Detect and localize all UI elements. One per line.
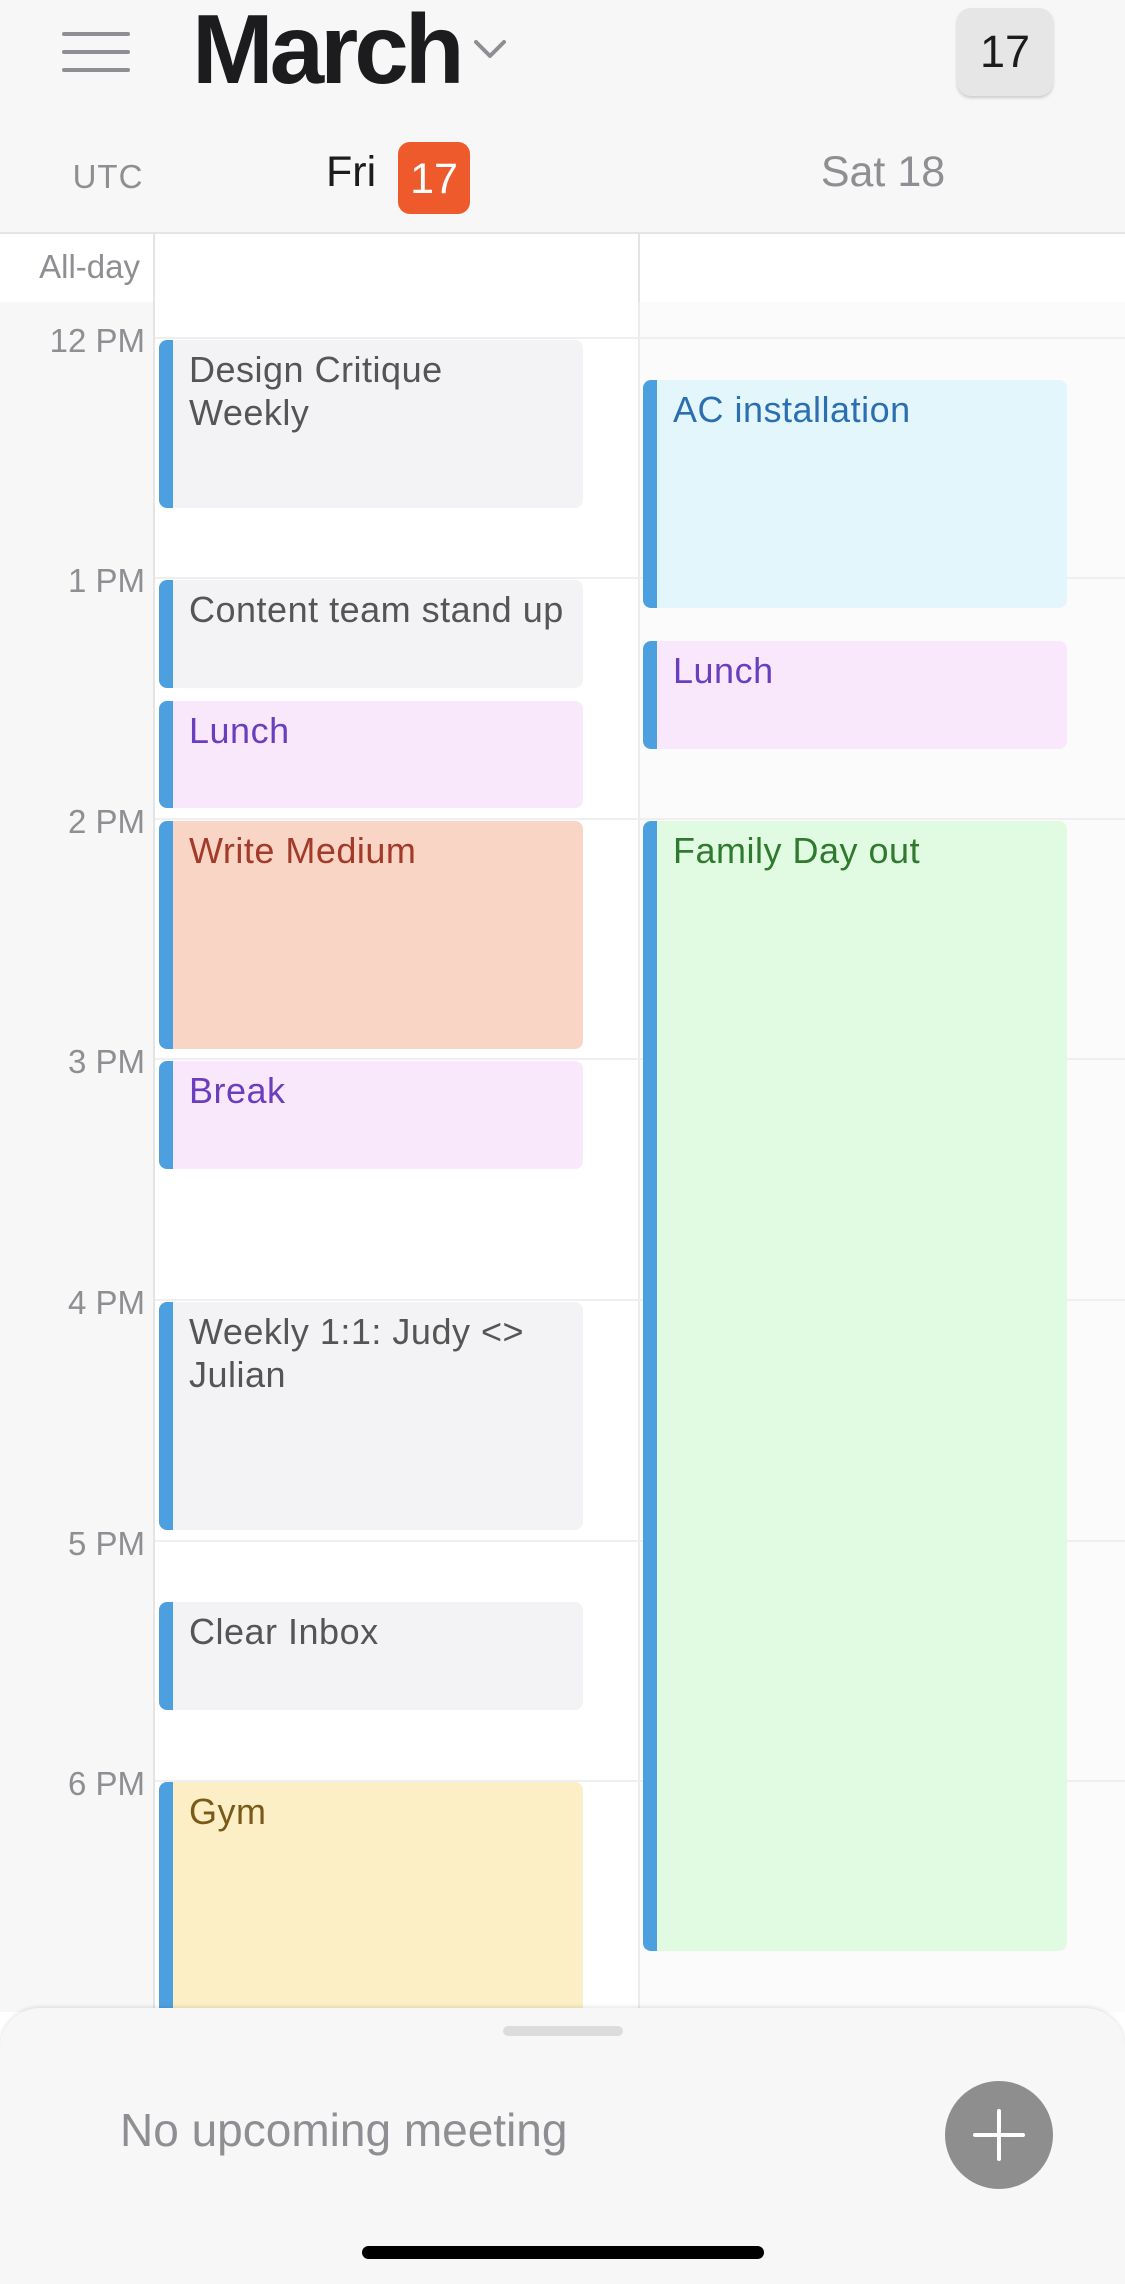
hour-line [155, 337, 1125, 339]
event-title: Gym [189, 1791, 267, 1832]
time-label: 5 PM [67, 1525, 145, 1562]
event-color-bar [643, 380, 657, 608]
event-color-bar [159, 580, 173, 688]
event-color-bar [159, 701, 173, 808]
event-family-day-out[interactable]: Family Day out [643, 821, 1067, 1951]
chevron-down-icon[interactable] [470, 34, 510, 64]
event-content-standup[interactable]: Content team stand up [159, 580, 583, 688]
event-title: Clear Inbox [189, 1611, 379, 1652]
home-indicator [362, 2246, 764, 2259]
plus-icon [973, 2109, 1025, 2161]
event-title: Design Critique Weekly [189, 349, 443, 433]
event-title: AC installation [673, 389, 911, 430]
upcoming-meeting-status: No upcoming meeting [120, 2104, 568, 2156]
today-date-badge[interactable]: 17 [398, 142, 470, 214]
event-break[interactable]: Break [159, 1061, 583, 1169]
event-color-bar [159, 1302, 173, 1530]
time-label: 3 PM [67, 1043, 145, 1080]
event-color-bar [643, 821, 657, 1951]
event-color-bar [159, 821, 173, 1049]
event-title: Weekly 1:1: Judy <> Julian [189, 1311, 525, 1395]
timezone-label: UTC [72, 158, 144, 195]
event-clear-inbox[interactable]: Clear Inbox [159, 1602, 583, 1710]
event-title: Write Medium [189, 830, 417, 871]
month-title[interactable]: March [192, 0, 465, 104]
divider [153, 302, 155, 2012]
day-header-fri-weekday[interactable]: Fri [326, 148, 376, 197]
event-write-medium[interactable]: Write Medium [159, 821, 583, 1049]
time-label: 6 PM [67, 1765, 145, 1802]
time-label: 12 PM [49, 322, 145, 359]
time-label: 4 PM [67, 1284, 145, 1321]
hour-line [155, 818, 1125, 820]
divider [153, 232, 155, 302]
event-gym[interactable]: Gym [159, 1782, 583, 2022]
divider [638, 302, 640, 2012]
event-lunch-fri[interactable]: Lunch [159, 701, 583, 808]
allday-row[interactable] [0, 232, 1125, 306]
event-weekly-1on1[interactable]: Weekly 1:1: Judy <> Julian [159, 1302, 583, 1530]
today-button[interactable]: 17 [957, 8, 1053, 96]
event-color-bar [643, 641, 657, 749]
hamburger-menu-icon[interactable] [62, 28, 130, 74]
event-color-bar [159, 1061, 173, 1169]
time-label: 2 PM [67, 803, 145, 840]
event-color-bar [159, 340, 173, 508]
event-color-bar [159, 1602, 173, 1710]
event-ac-installation[interactable]: AC installation [643, 380, 1067, 608]
time-gutter [0, 302, 153, 2012]
event-title: Lunch [189, 710, 290, 751]
event-title: Lunch [673, 650, 774, 691]
divider [638, 232, 640, 302]
day-header-sat[interactable]: Sat 18 [638, 148, 1125, 197]
add-event-button[interactable] [945, 2081, 1053, 2189]
event-design-critique[interactable]: Design Critique Weekly [159, 340, 583, 508]
sheet-drag-handle[interactable] [503, 2026, 623, 2036]
event-lunch-sat[interactable]: Lunch [643, 641, 1067, 749]
event-color-bar [159, 1782, 173, 2022]
event-title: Break [189, 1070, 286, 1111]
time-label: 1 PM [67, 562, 145, 599]
event-title: Content team stand up [189, 589, 564, 630]
event-title: Family Day out [673, 830, 921, 871]
allday-label: All-day [39, 248, 140, 285]
